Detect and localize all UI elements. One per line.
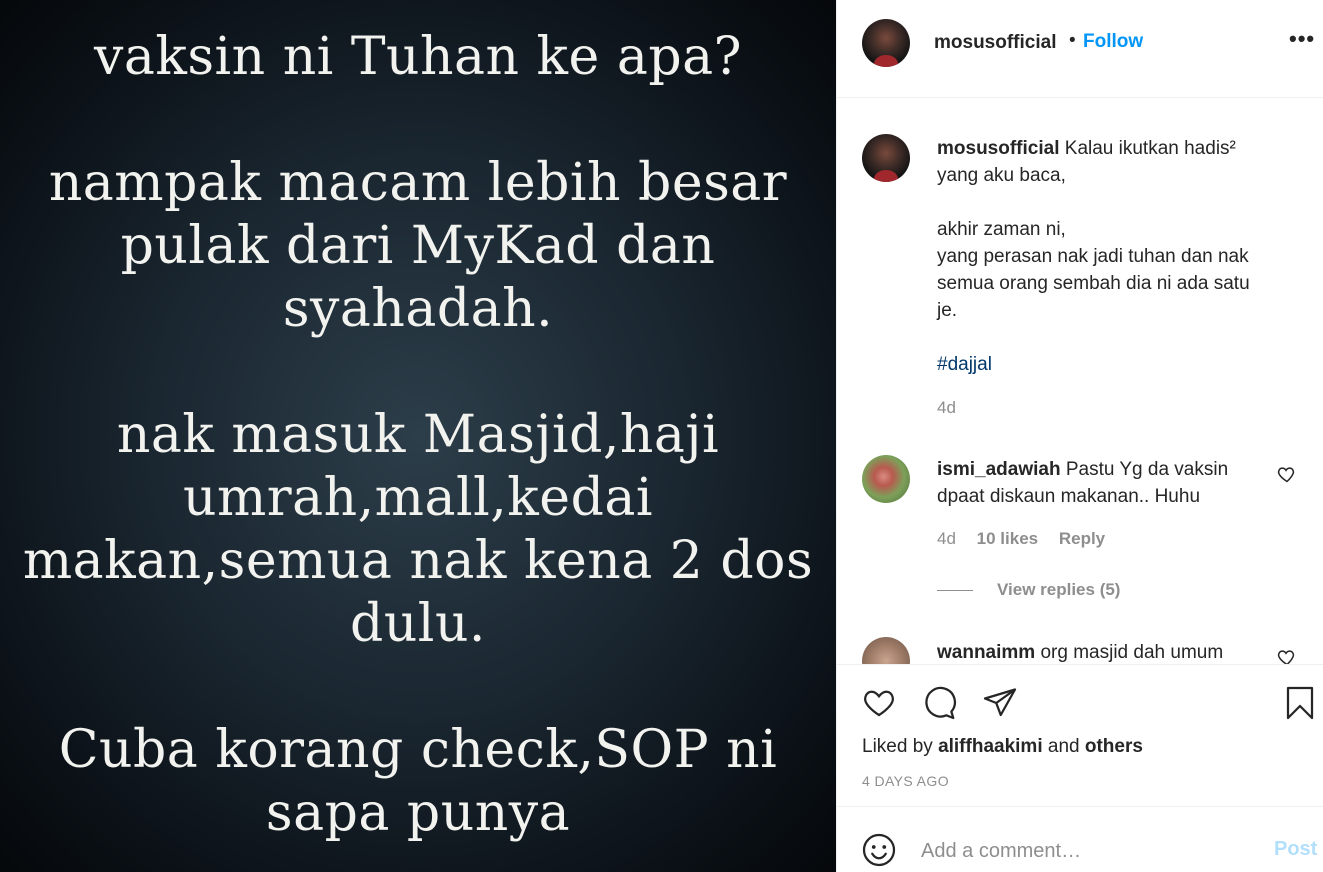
author-username[interactable]: mosusofficial [934,32,1056,54]
liked-by-others[interactable]: others [1085,736,1143,757]
post-header: mosusofficial • Follow ••• [837,0,1323,98]
comment-item: wannaimm org masjid dah umum [937,639,1277,664]
image-text-line: syahadah. [282,279,554,339]
post-caption: mosusofficial Kalau ikutkan hadis² yang … [937,135,1287,378]
share-icon[interactable] [982,685,1018,721]
caption-text: Kalau ikutkan hadis² [1064,138,1236,159]
heart-icon[interactable] [861,685,897,721]
comments-section[interactable]: mosusofficial Kalau ikutkan hadis² yang … [837,99,1323,664]
comment-like-icon[interactable] [1277,464,1297,484]
emoji-icon[interactable] [861,832,897,868]
comment-meta: 4d 10 likes Reply [937,529,1121,549]
comment-like-icon[interactable] [1277,647,1297,664]
hashtag-link[interactable]: #dajjal [937,351,1287,378]
commenter-username[interactable]: ismi_adawiah [937,459,1061,480]
image-text-line: nak masuk Masjid,haji [116,405,720,465]
comment-timestamp[interactable]: 4d [937,529,956,548]
image-text-line: nampak macam lebih besar [48,153,788,213]
caption-text: yang aku baca, [937,165,1066,186]
post-timestamp[interactable]: 4 DAYS AGO [862,773,949,789]
reply-button[interactable]: Reply [1059,529,1105,548]
image-text-line: dulu. [350,594,486,654]
view-replies-label: View replies (5) [997,580,1121,599]
image-text-line: Cuba korang check,SOP ni [58,720,778,780]
more-options-icon[interactable]: ••• [1289,26,1315,52]
commenter-avatar[interactable] [862,637,910,664]
caption-username[interactable]: mosusofficial [937,138,1059,159]
comment-text: org masjid dah umum [1040,642,1224,663]
liked-by: Liked by aliffhaakimi and others [862,736,1143,758]
add-comment-bar: Post [837,808,1323,872]
caption-text: akhir zaman ni, [937,219,1066,240]
image-text-line: vaksin ni Tuhan ke apa? [93,27,743,87]
liked-by-prefix: Liked by [862,736,933,757]
image-text-line: sapa punya [265,783,571,843]
bookmark-icon[interactable] [1282,685,1318,721]
liked-by-user[interactable]: aliffhaakimi [938,736,1043,757]
comment-icon[interactable] [921,685,957,721]
post-side-panel: mosusofficial • Follow ••• mosusofficial… [836,0,1323,872]
caption-text: yang perasan nak jadi tuhan dan nak [937,246,1249,267]
replies-divider [937,590,973,592]
author-avatar[interactable] [862,19,910,67]
commenter-avatar[interactable] [862,455,910,503]
separator-dot: • [1069,30,1076,51]
commenter-username[interactable]: wannaimm [937,642,1035,663]
post-image-text: vaksin ni Tuhan ke apa? nampak macam leb… [0,26,836,845]
liked-by-and: and [1047,736,1080,757]
caption-avatar[interactable] [862,134,910,182]
image-text-line: pulak dari MyKad dan [120,216,716,276]
view-replies-button[interactable]: View replies (5) [937,580,1120,600]
caption-timestamp[interactable]: 4d [937,398,956,418]
follow-button[interactable]: Follow [1083,31,1143,53]
post-comment-button[interactable]: Post [1274,838,1317,861]
image-text-line: umrah,mall,kedai [183,468,653,528]
post-image[interactable]: vaksin ni Tuhan ke apa? nampak macam leb… [0,0,836,872]
post-actions: Liked by aliffhaakimi and others 4 DAYS … [837,664,1323,807]
comment-likes[interactable]: 10 likes [977,529,1038,548]
image-text-line: makan,semua nak kena 2 dos [22,531,814,591]
comment-item: ismi_adawiah Pastu Yg da vaksin dpaat di… [937,456,1277,510]
comment-input[interactable] [921,836,1241,866]
caption-text: semua orang sembah dia ni ada satu [937,273,1250,294]
caption-text: je. [937,300,958,321]
